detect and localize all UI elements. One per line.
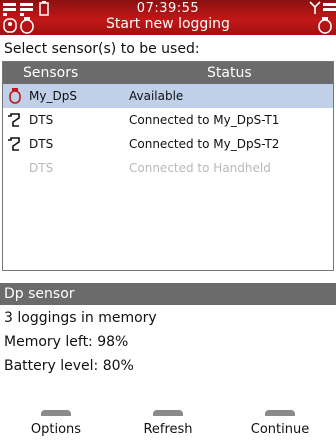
temperature-probe-icon bbox=[8, 137, 20, 151]
title-bar: 07:39:55 Start new logging bbox=[0, 0, 336, 35]
softkey-bar: Options Refresh Continue bbox=[0, 410, 336, 444]
sensor-name: My_DpS bbox=[29, 89, 77, 103]
table-header: Sensors Status bbox=[3, 62, 333, 84]
memory-left: Memory left: 98% bbox=[4, 334, 129, 350]
column-header-sensors: Sensors bbox=[23, 65, 79, 81]
pressure-sensor-icon bbox=[9, 88, 21, 104]
table-row[interactable]: DTS Connected to My_DpS-T1 bbox=[3, 108, 333, 132]
sensor-table: Sensors Status My_DpS Available DTS Conn… bbox=[2, 61, 334, 271]
sensor-name: DTS bbox=[29, 113, 54, 127]
sensor-status: Connected to Handheld bbox=[129, 161, 271, 175]
info-panel-title: Dp sensor bbox=[4, 286, 75, 302]
table-row: DTS Connected to Handheld bbox=[3, 156, 333, 180]
softkey-tab-indicator bbox=[153, 410, 183, 416]
clock: 07:39:55 bbox=[136, 1, 200, 16]
instruction-text: Select sensor(s) to be used: bbox=[4, 41, 200, 57]
screen-title: Start new logging bbox=[106, 16, 230, 32]
sensor-name: DTS bbox=[29, 161, 54, 175]
softkey-tab-indicator bbox=[265, 410, 295, 416]
options-softkey[interactable]: Options bbox=[0, 410, 112, 444]
column-header-status: Status bbox=[207, 65, 252, 81]
table-row[interactable]: My_DpS Available bbox=[3, 84, 333, 108]
info-panel-header: Dp sensor bbox=[0, 283, 336, 305]
sensor-name: DTS bbox=[29, 137, 54, 151]
temperature-probe-icon bbox=[8, 113, 20, 127]
refresh-label: Refresh bbox=[143, 422, 193, 437]
sensor-status: Connected to My_DpS-T2 bbox=[129, 137, 280, 151]
battery-level: Battery level: 80% bbox=[4, 358, 134, 374]
table-row[interactable]: DTS Connected to My_DpS-T2 bbox=[3, 132, 333, 156]
continue-softkey[interactable]: Continue bbox=[224, 410, 336, 444]
sensor-status: Connected to My_DpS-T1 bbox=[129, 113, 280, 127]
sensor-status: Available bbox=[129, 89, 184, 103]
refresh-softkey[interactable]: Refresh bbox=[112, 410, 224, 444]
continue-label: Continue bbox=[250, 422, 310, 437]
logging-count: 3 loggings in memory bbox=[4, 310, 157, 326]
options-label: Options bbox=[30, 422, 82, 437]
softkey-tab-indicator bbox=[41, 410, 71, 416]
